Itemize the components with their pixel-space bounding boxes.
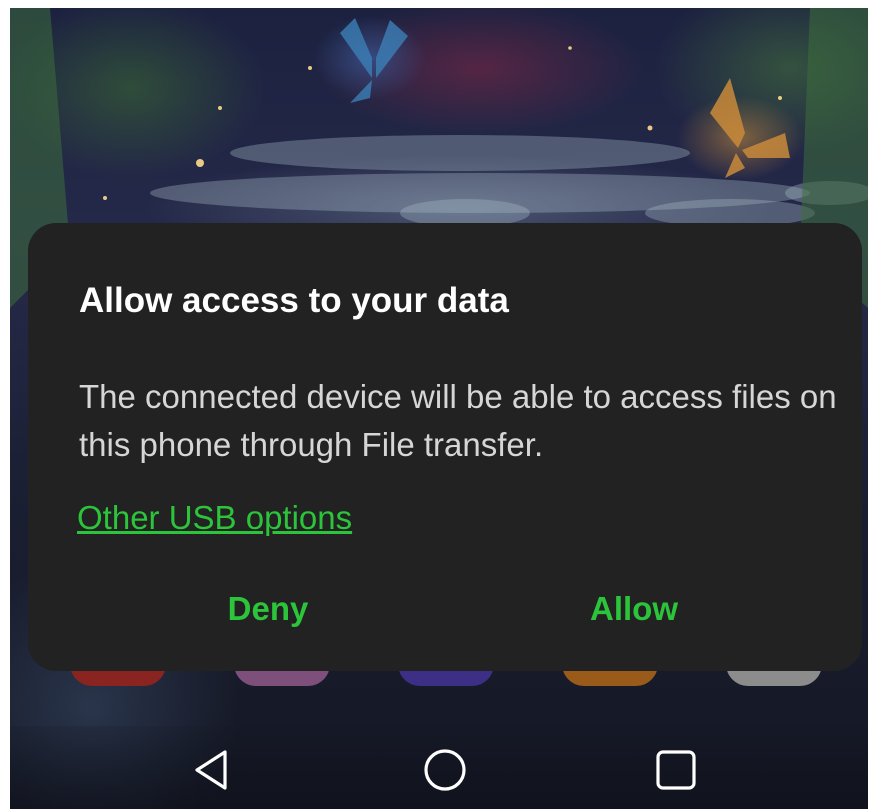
orange-butterfly [710,78,790,178]
navigation-bar [10,726,868,809]
home-button[interactable] [417,746,473,794]
phone-screen: Allow access to your data The connected … [10,8,868,809]
blue-butterfly [340,18,408,103]
recents-button[interactable] [648,746,704,794]
home-circle-icon [424,749,466,791]
recents-square-icon [656,750,696,790]
allow-button[interactable]: Allow [514,585,754,633]
usb-access-dialog: Allow access to your data The connected … [28,223,862,671]
deny-button[interactable]: Deny [148,585,388,633]
back-triangle-icon [195,750,227,790]
dialog-title: Allow access to your data [79,281,509,320]
other-usb-options-link[interactable]: Other USB options [77,499,352,537]
back-button[interactable] [183,746,239,794]
dialog-message: The connected device will be able to acc… [79,378,837,463]
